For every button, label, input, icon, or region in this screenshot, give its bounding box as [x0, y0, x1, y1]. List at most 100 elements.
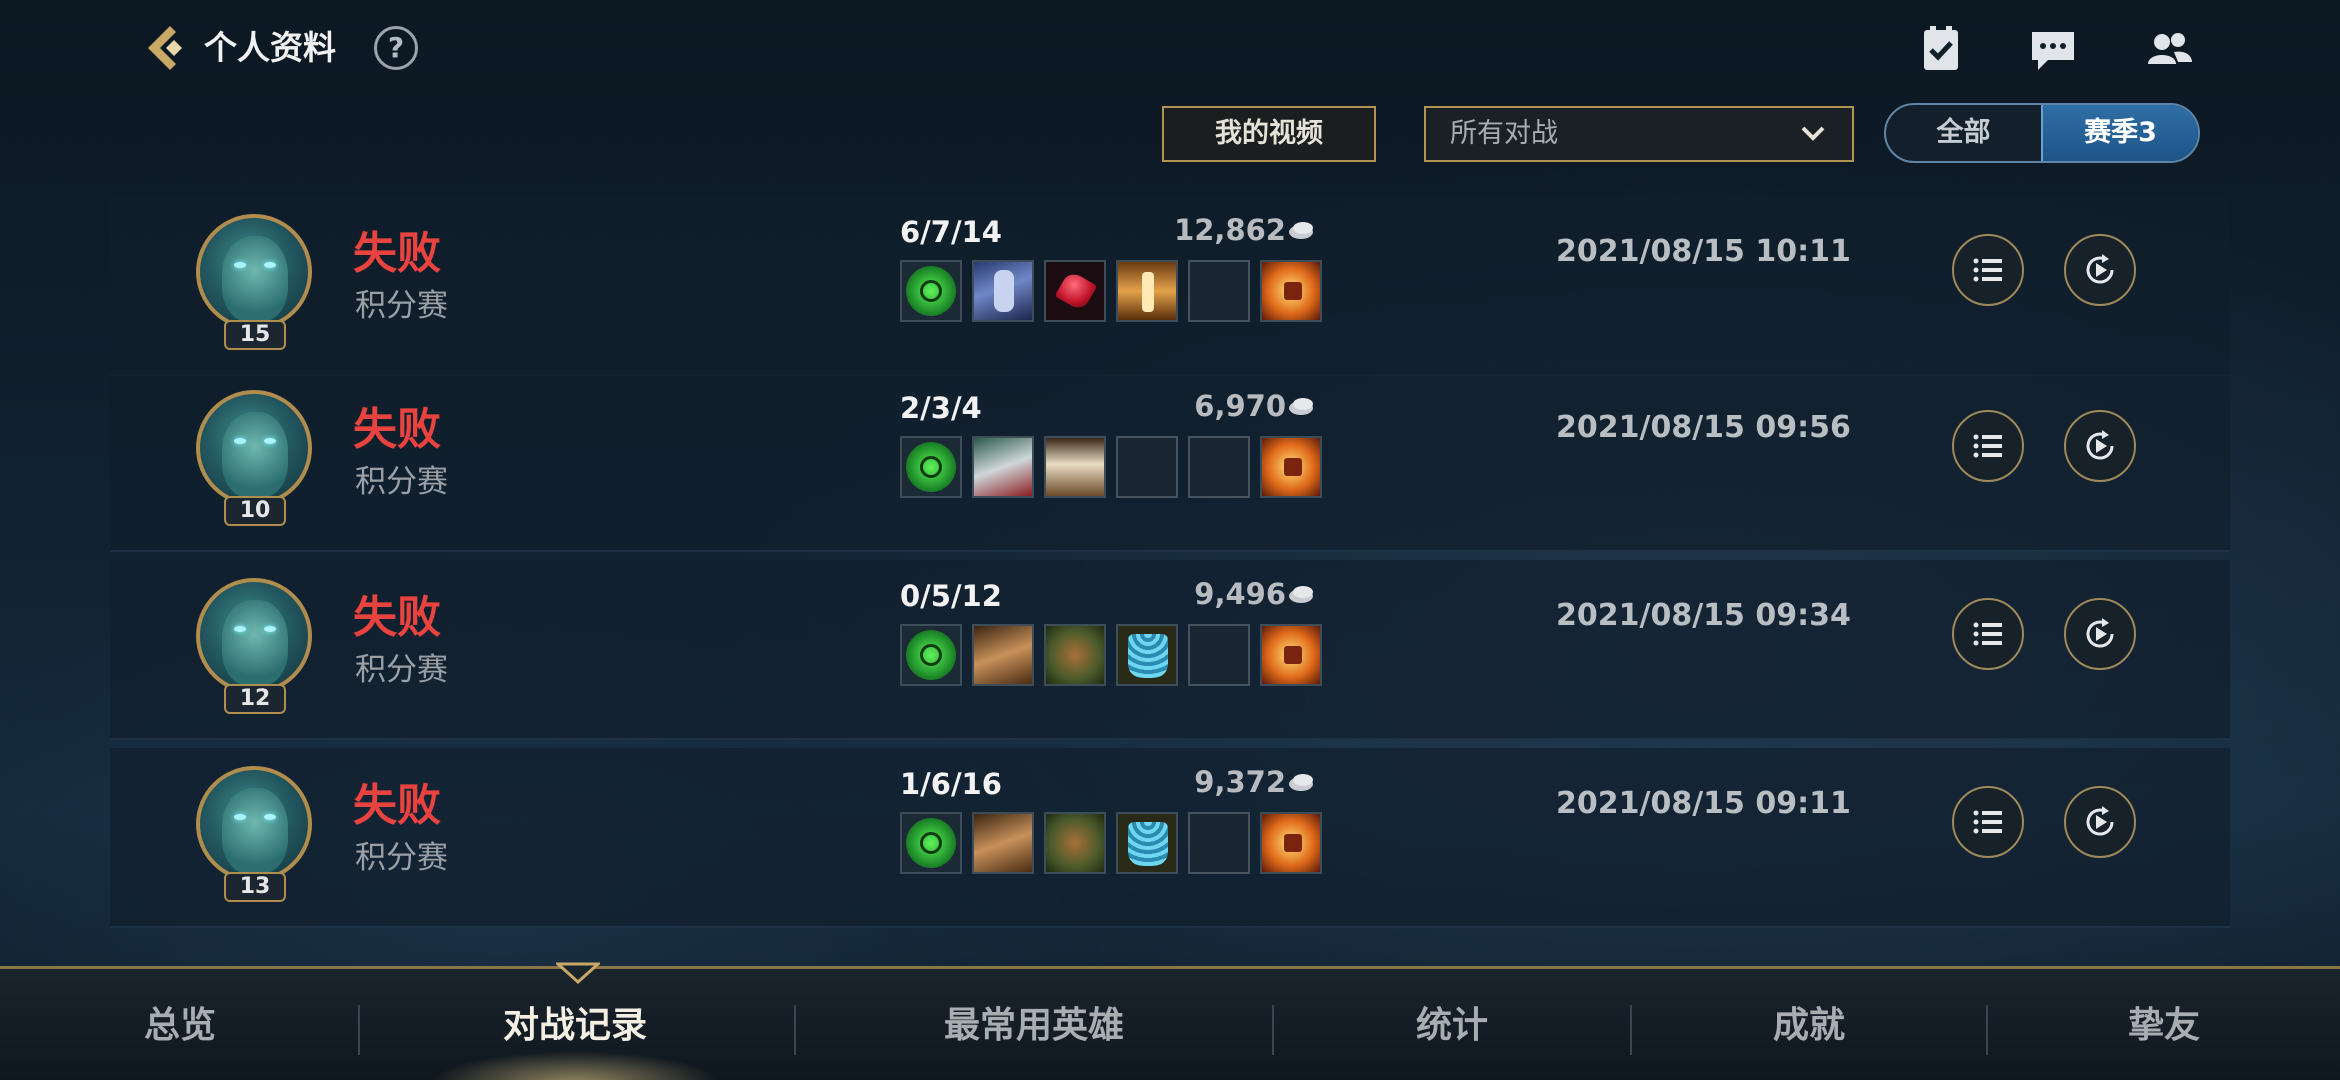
- empty-item-slot: [1188, 436, 1250, 498]
- item-icon: [1116, 624, 1178, 686]
- match-mode: 积分赛: [355, 652, 448, 688]
- hero-level-badge: 13: [224, 872, 286, 902]
- replay-icon: [2086, 618, 2114, 648]
- chevron-down-icon: [1801, 126, 1825, 141]
- item-build: [900, 260, 1322, 322]
- list-icon: [1973, 622, 2002, 646]
- match-row[interactable]: 13 失败 积分赛 1/6/16 9,372 2021/08/15 09:11: [110, 748, 2230, 928]
- match-row[interactable]: 10 失败 积分赛 2/3/4 6,970 2021/08/15 09:56: [110, 372, 2230, 552]
- replay-button[interactable]: [2064, 598, 2136, 670]
- list-icon: [1973, 434, 2002, 458]
- season-option-season3[interactable]: 赛季3: [2041, 105, 2198, 161]
- match-mode: 积分赛: [355, 464, 448, 500]
- match-time: 2021/08/15 09:34: [1556, 598, 1851, 633]
- match-details-button[interactable]: [1952, 234, 2024, 306]
- match-result: 失败: [353, 404, 441, 455]
- item-icon: [972, 624, 1034, 686]
- item-icon: [1260, 260, 1322, 322]
- replay-icon: [2086, 430, 2114, 460]
- replay-button[interactable]: [2064, 234, 2136, 306]
- gold-icon: [1289, 774, 1313, 791]
- empty-item-slot: [1188, 812, 1250, 874]
- item-icon: [1044, 624, 1106, 686]
- gold-icon: [1289, 222, 1313, 239]
- empty-item-slot: [1188, 260, 1250, 322]
- item-icon: [1044, 260, 1106, 322]
- item-icon: [972, 260, 1034, 322]
- replay-icon: [2086, 806, 2114, 836]
- kda-text: 0/5/12: [900, 579, 1002, 613]
- replay-button[interactable]: [2064, 410, 2136, 482]
- replay-icon: [2086, 254, 2114, 284]
- item-icon: [1116, 812, 1178, 874]
- kda-text: 1/6/16: [900, 767, 1002, 801]
- list-icon: [1973, 810, 2002, 834]
- match-time: 2021/08/15 09:56: [1556, 410, 1851, 445]
- back-icon: [148, 26, 182, 70]
- item-icon: [1260, 624, 1322, 686]
- tab-achievements[interactable]: 成就: [1632, 969, 1986, 1080]
- gold-icon: [1289, 586, 1313, 603]
- replay-button[interactable]: [2064, 786, 2136, 858]
- gold-amount: 9,496: [1194, 577, 1286, 611]
- match-type-value: 所有对战: [1450, 118, 1558, 149]
- list-icon: [1973, 258, 2002, 282]
- page-title: 个人资料: [204, 28, 336, 67]
- match-result: 失败: [353, 592, 441, 643]
- bottom-nav: 总览 对战记录 最常用英雄 统计 成就 挚友: [0, 966, 2340, 1080]
- item-icon: [1260, 436, 1322, 498]
- match-mode: 积分赛: [355, 840, 448, 876]
- hero-avatar: [196, 390, 312, 506]
- tab-friends[interactable]: 挚友: [1988, 969, 2340, 1080]
- empty-item-slot: [1188, 624, 1250, 686]
- item-icon: [1260, 812, 1322, 874]
- task-icon[interactable]: [1914, 22, 1968, 76]
- help-icon[interactable]: ?: [374, 26, 418, 70]
- match-result: 失败: [353, 228, 441, 279]
- kda-text: 6/7/14: [900, 215, 1002, 249]
- season-toggle[interactable]: 全部 赛季3: [1884, 103, 2200, 163]
- item-build: [900, 436, 1322, 498]
- match-details-button[interactable]: [1952, 410, 2024, 482]
- match-mode: 积分赛: [355, 288, 448, 324]
- match-type-dropdown[interactable]: 所有对战: [1424, 106, 1854, 162]
- hero-avatar: [196, 766, 312, 882]
- chat-icon[interactable]: [2026, 22, 2080, 76]
- active-tab-marker-icon: [556, 962, 600, 984]
- item-icon: [900, 812, 962, 874]
- hero-level-badge: 10: [224, 496, 286, 526]
- item-icon: [900, 260, 962, 322]
- item-build: [900, 624, 1322, 686]
- my-videos-button[interactable]: 我的视频: [1162, 106, 1376, 162]
- match-row[interactable]: 15 失败 积分赛 6/7/14 12,862 2021/08/15 10:11: [110, 196, 2230, 376]
- item-icon: [972, 436, 1034, 498]
- back-button[interactable]: [134, 20, 190, 76]
- tab-stats[interactable]: 统计: [1274, 969, 1630, 1080]
- item-icon: [1116, 260, 1178, 322]
- gold-amount: 12,862: [1174, 213, 1286, 247]
- gold-amount: 6,970: [1194, 389, 1286, 423]
- hero-avatar: [196, 578, 312, 694]
- gold-amount: 9,372: [1194, 765, 1286, 799]
- item-icon: [900, 436, 962, 498]
- item-icon: [1044, 436, 1106, 498]
- tab-match-history[interactable]: 对战记录: [360, 969, 790, 1080]
- match-result: 失败: [353, 780, 441, 831]
- gold-icon: [1289, 398, 1313, 415]
- match-time: 2021/08/15 09:11: [1556, 786, 1851, 821]
- empty-item-slot: [1116, 436, 1178, 498]
- item-icon: [900, 624, 962, 686]
- match-details-button[interactable]: [1952, 786, 2024, 858]
- match-time: 2021/08/15 10:11: [1556, 234, 1851, 269]
- match-details-button[interactable]: [1952, 598, 2024, 670]
- hero-avatar: [196, 214, 312, 330]
- match-row[interactable]: 12 失败 积分赛 0/5/12 9,496 2021/08/15 09:34: [110, 560, 2230, 740]
- season-option-all[interactable]: 全部: [1886, 105, 2041, 161]
- hero-level-badge: 15: [224, 320, 286, 350]
- tab-overview[interactable]: 总览: [60, 969, 300, 1080]
- item-icon: [1044, 812, 1106, 874]
- item-build: [900, 812, 1322, 874]
- friends-icon[interactable]: [2142, 22, 2196, 76]
- hero-level-badge: 12: [224, 684, 286, 714]
- tab-top-heroes[interactable]: 最常用英雄: [796, 969, 1272, 1080]
